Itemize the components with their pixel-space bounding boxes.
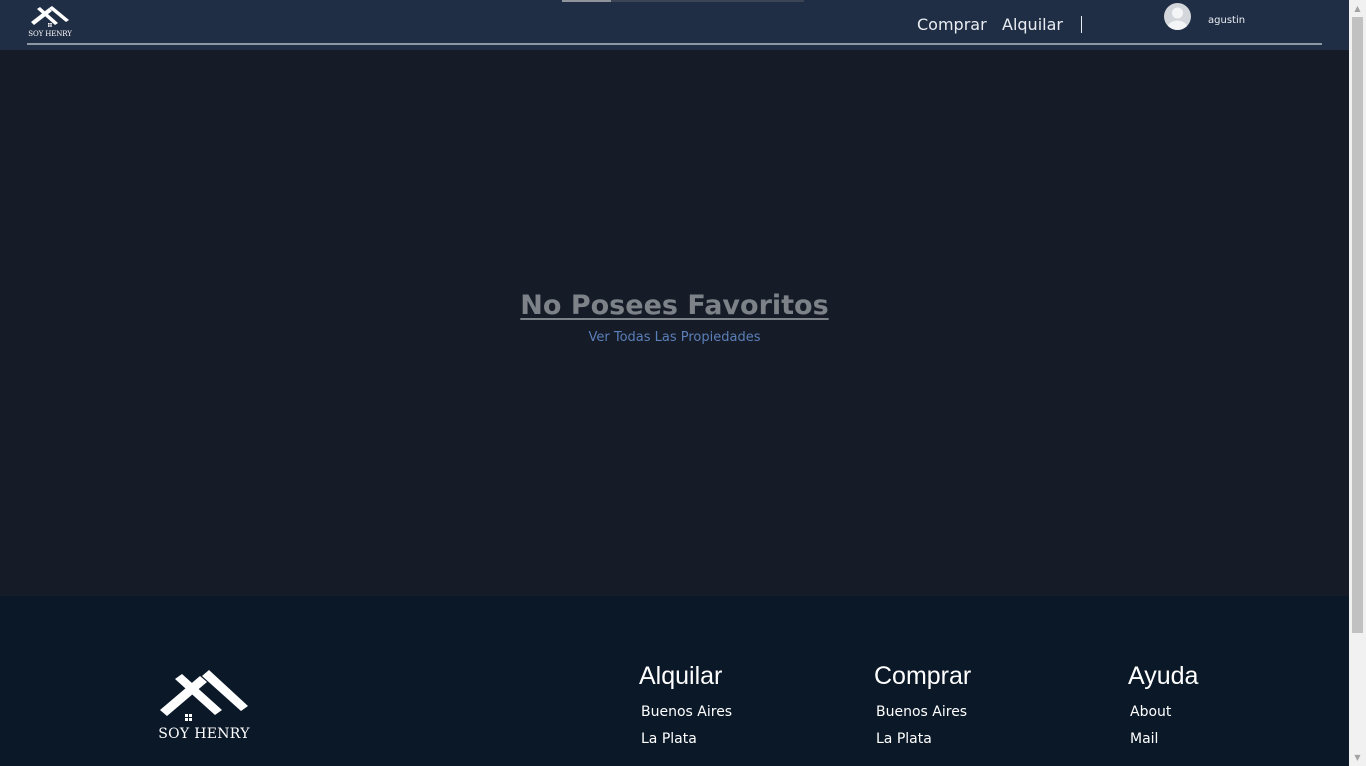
footer-column-comprar: Comprar Buenos Aires La Plata bbox=[874, 662, 971, 753]
footer-link-comprar-buenos-aires[interactable]: Buenos Aires bbox=[876, 699, 971, 726]
empty-favorites-title: No Posees Favoritos bbox=[520, 290, 829, 321]
user-avatar[interactable] bbox=[1164, 3, 1191, 30]
nav-comprar-link[interactable]: Comprar bbox=[917, 15, 987, 34]
footer-link-about[interactable]: About bbox=[1130, 699, 1198, 726]
scroll-up-arrow-icon[interactable]: ▲ bbox=[1349, 0, 1366, 17]
username-label[interactable]: agustin bbox=[1208, 15, 1245, 26]
scroll-down-arrow-icon[interactable]: ▼ bbox=[1349, 749, 1366, 766]
footer-link-mail[interactable]: Mail bbox=[1130, 726, 1198, 753]
footer-logo[interactable]: SOY HENRY bbox=[158, 668, 250, 748]
footer-link-alquilar-buenos-aires[interactable]: Buenos Aires bbox=[641, 699, 732, 726]
footer-column-title: Comprar bbox=[874, 662, 972, 690]
nav-divider bbox=[1081, 16, 1082, 33]
footer-column-ayuda: Ayuda About Mail bbox=[1128, 662, 1198, 753]
nav-alquilar-link[interactable]: Alquilar bbox=[1002, 15, 1063, 34]
footer-link-comprar-la-plata[interactable]: La Plata bbox=[876, 726, 971, 753]
footer-column-title: Ayuda bbox=[1128, 662, 1199, 690]
top-navbar: SOY HENRY Comprar Alquilar agustin bbox=[0, 0, 1349, 50]
loading-progress-bar bbox=[562, 0, 804, 2]
footer-link-alquilar-la-plata[interactable]: La Plata bbox=[641, 726, 732, 753]
footer-column-title: Alquilar bbox=[639, 662, 723, 690]
scrollbar-thumb[interactable] bbox=[1352, 17, 1363, 633]
header-divider bbox=[27, 43, 1322, 45]
view-all-properties-link[interactable]: Ver Todas Las Propiedades bbox=[0, 330, 1349, 345]
logo-text: SOY HENRY bbox=[28, 30, 72, 38]
user-avatar-icon bbox=[1167, 7, 1188, 30]
favorites-main: No Posees Favoritos Ver Todas Las Propie… bbox=[0, 50, 1349, 596]
site-footer: SOY HENRY Alquilar Buenos Aires La Plata… bbox=[0, 596, 1349, 766]
footer-logo-text: SOY HENRY bbox=[158, 726, 250, 742]
footer-column-alquilar: Alquilar Buenos Aires La Plata bbox=[639, 662, 732, 753]
header-logo[interactable]: SOY HENRY bbox=[28, 5, 72, 41]
house-logo-icon bbox=[31, 6, 69, 27]
loading-progress-fill bbox=[562, 0, 611, 2]
house-logo-icon bbox=[160, 670, 248, 721]
page-scrollbar[interactable]: ▲ ▼ bbox=[1349, 0, 1366, 766]
